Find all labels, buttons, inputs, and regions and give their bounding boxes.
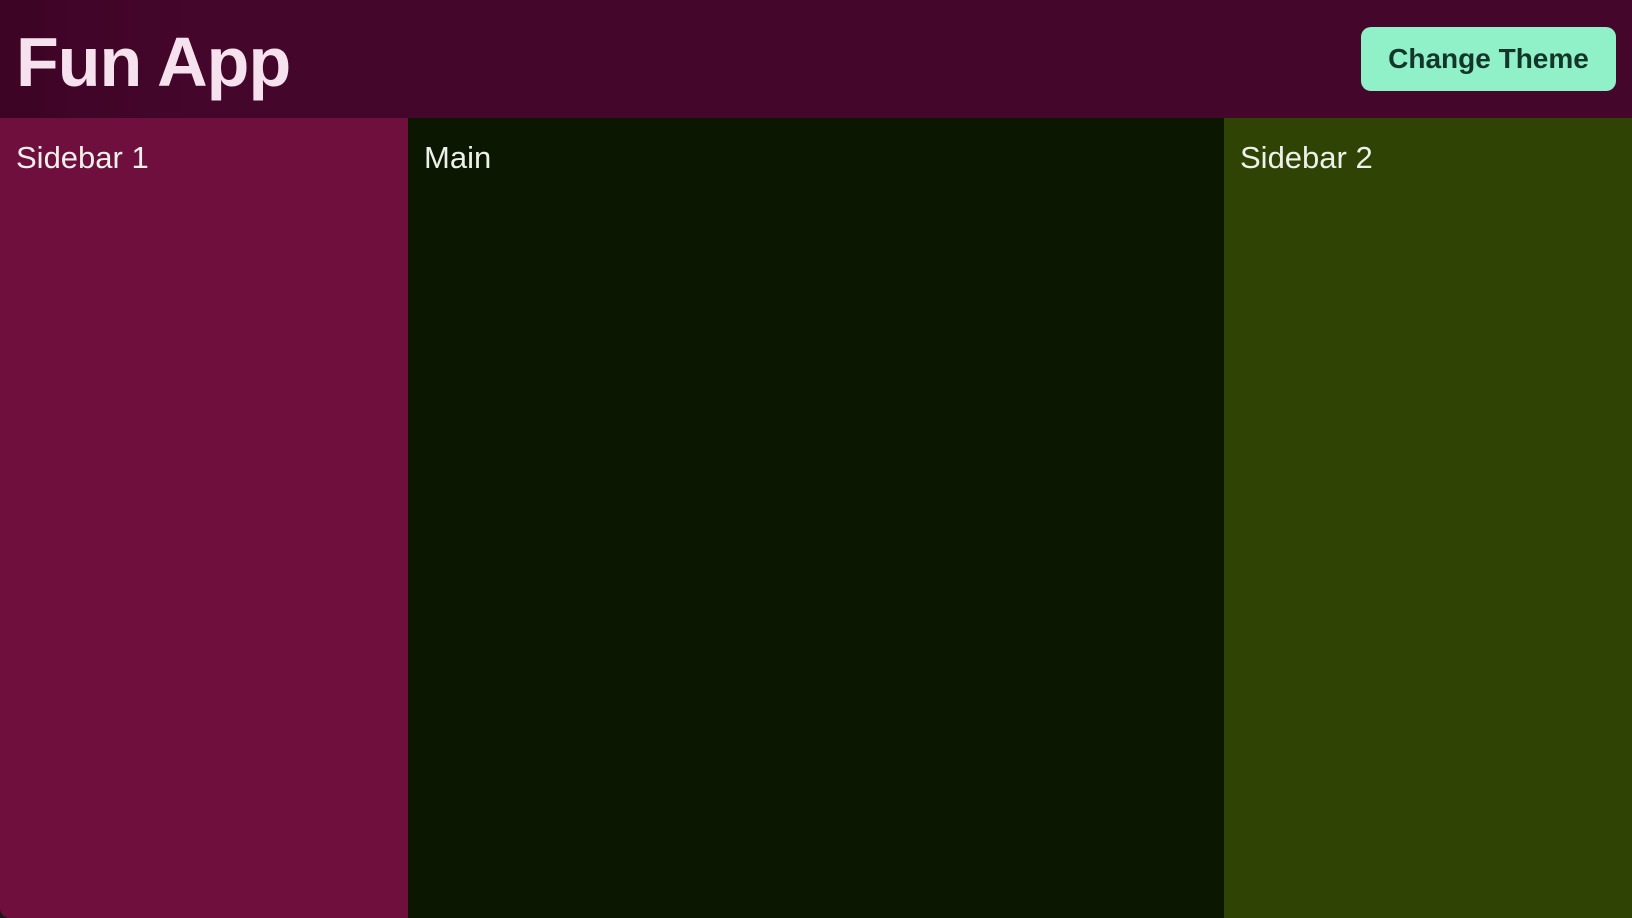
- sidebar-1: Sidebar 1: [0, 118, 408, 918]
- sidebar-2: Sidebar 2: [1224, 118, 1632, 918]
- main-title: Main: [424, 140, 492, 175]
- app-header: Fun App Change Theme: [0, 0, 1632, 118]
- main-panel: Main: [408, 118, 1224, 918]
- change-theme-button[interactable]: Change Theme: [1361, 27, 1616, 91]
- sidebar-2-title: Sidebar 2: [1240, 140, 1373, 175]
- sidebar-1-title: Sidebar 1: [16, 140, 149, 175]
- app-window: Fun App Change Theme Sidebar 1 Main Side…: [0, 0, 1632, 918]
- app-title: Fun App: [16, 23, 291, 101]
